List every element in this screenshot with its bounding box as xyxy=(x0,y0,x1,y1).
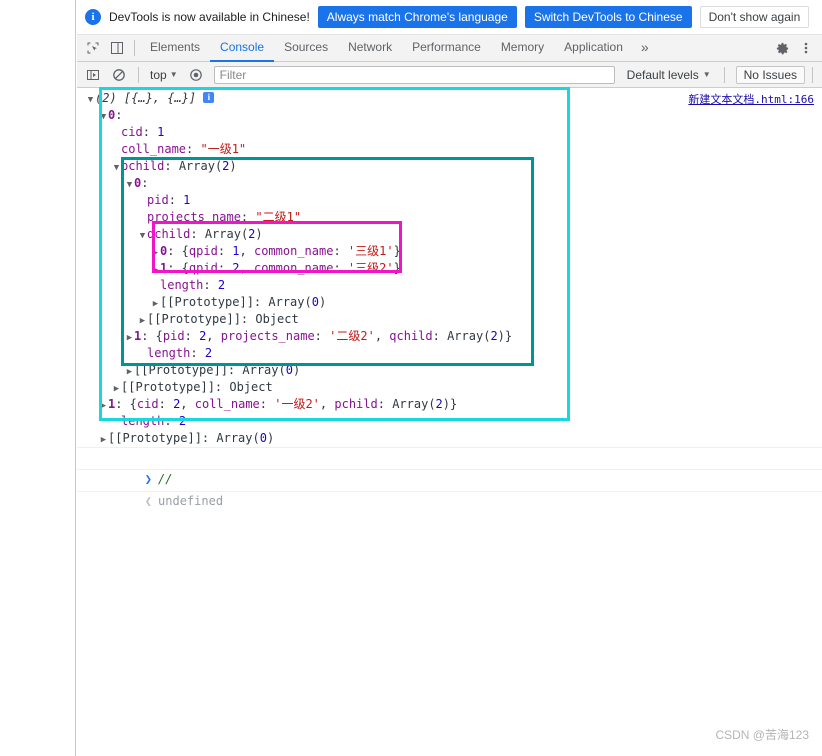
object-tree-row-text: cid: 1 xyxy=(121,125,165,139)
object-tree-row-text: [[Prototype]]: Object xyxy=(147,312,299,326)
console-result-row: ❮ undefined xyxy=(77,470,822,508)
result-chevron-icon: ❮ xyxy=(144,494,153,508)
object-tree-row[interactable]: 0: xyxy=(77,175,822,192)
tabstrip-divider xyxy=(134,40,135,56)
console-toolbar: top ▼ Default levels ▼ No Issues xyxy=(77,62,822,88)
console-result-value: undefined xyxy=(158,494,224,508)
more-vertical-icon[interactable] xyxy=(794,37,818,59)
chevron-down-icon: ▼ xyxy=(169,70,178,79)
tab-application[interactable]: Application xyxy=(554,35,633,62)
object-tree-row[interactable]: pchild: Array(2) xyxy=(77,158,822,175)
console-prompt-input[interactable]: // xyxy=(158,472,172,486)
object-tree-row-text: 0: {qpid: 1, common_name: '三级1'} xyxy=(160,244,401,258)
tab-console[interactable]: Console xyxy=(210,35,275,62)
object-tree-row[interactable]: length: 2 xyxy=(77,345,822,362)
object-tree-row[interactable]: [[Prototype]]: Array(0) xyxy=(77,294,822,311)
toolbar-divider-1 xyxy=(138,66,139,83)
filter-input[interactable] xyxy=(213,65,615,84)
object-tree-row-text: [[Prototype]]: Array(0) xyxy=(160,295,327,309)
object-tree-row-text: [[Prototype]]: Object xyxy=(121,380,273,394)
gear-icon[interactable] xyxy=(770,37,794,59)
object-tree-row[interactable]: pid: 1 xyxy=(77,192,822,209)
notice-message: DevTools is now available in Chinese! xyxy=(109,10,310,24)
object-tree-row[interactable]: length: 2 xyxy=(77,277,822,294)
prompt-chevron-icon: ❯ xyxy=(144,472,153,486)
screenshot-root: i DevTools is now available in Chinese! … xyxy=(0,0,822,756)
object-tree-row-text: length: 2 xyxy=(121,414,187,428)
object-tree-row-text: length: 2 xyxy=(147,346,213,360)
disclosure-triangle-closed-icon[interactable] xyxy=(99,432,108,449)
object-tree-row[interactable]: [[Prototype]]: Array(0) xyxy=(77,362,822,379)
devtools-panel: i DevTools is now available in Chinese! … xyxy=(77,0,822,756)
object-tree-row[interactable]: length: 2 xyxy=(77,413,822,430)
object-tree-row-text: projects_name: "二级1" xyxy=(147,210,302,224)
object-tree-row-text: 0: xyxy=(134,176,149,190)
object-tree-row[interactable]: 0: {qpid: 1, common_name: '三级1'} xyxy=(77,243,822,260)
console-sidebar-icon[interactable] xyxy=(81,64,105,86)
inspect-element-icon[interactable] xyxy=(81,37,105,59)
tab-sources[interactable]: Sources xyxy=(274,35,338,62)
object-tree-row-text: [[Prototype]]: Array(0) xyxy=(108,431,275,445)
object-tree-row-text: coll_name: "一级1" xyxy=(121,142,247,156)
execution-context-label: top xyxy=(150,67,167,82)
object-tree-row[interactable]: qchild: Array(2) xyxy=(77,226,822,243)
toolbar-divider-2 xyxy=(723,66,725,83)
log-levels-label: Default levels xyxy=(626,67,699,82)
issues-button[interactable]: No Issues xyxy=(735,65,805,84)
dont-show-again-button[interactable]: Don't show again xyxy=(699,6,810,28)
object-tree-row-text: 0: xyxy=(108,108,123,122)
always-match-language-button[interactable]: Always match Chrome's language xyxy=(317,6,517,28)
tab-network[interactable]: Network xyxy=(338,35,402,62)
tab-memory[interactable]: Memory xyxy=(491,35,554,62)
page-viewport xyxy=(0,0,76,756)
devtools-tabstrip: Elements Console Sources Network Perform… xyxy=(77,35,822,62)
console-body[interactable]: 新建文本文档.html:166 (2) [{…}, {…}] i0:cid: 1… xyxy=(77,88,822,754)
console-log-entry[interactable]: 新建文本文档.html:166 (2) [{…}, {…}] i0:cid: 1… xyxy=(77,88,822,448)
object-tree-row[interactable]: 1: {pid: 2, projects_name: '二级2', qchild… xyxy=(77,328,822,345)
localization-notice-bar: i DevTools is now available in Chinese! … xyxy=(77,0,822,35)
object-tree-row[interactable]: projects_name: "二级1" xyxy=(77,209,822,226)
object-tree-row-text: [[Prototype]]: Array(0) xyxy=(134,363,301,377)
object-tree-row[interactable]: [[Prototype]]: Object xyxy=(77,379,822,396)
clear-console-icon[interactable] xyxy=(107,64,131,86)
object-tree-row[interactable]: 0: xyxy=(77,107,822,124)
object-tree-row-text: qchild: Array(2) xyxy=(147,227,263,241)
object-tree-row-text: pchild: Array(2) xyxy=(121,159,237,173)
object-tree-row[interactable]: 1: {cid: 2, coll_name: '一级2', pchild: Ar… xyxy=(77,396,822,413)
tab-performance[interactable]: Performance xyxy=(402,35,491,62)
object-tree[interactable]: (2) [{…}, {…}] i0:cid: 1coll_name: "一级1"… xyxy=(77,90,822,447)
tab-elements[interactable]: Elements xyxy=(140,35,210,62)
toolbar-divider-3 xyxy=(812,66,813,83)
object-tree-row-text: 1: {pid: 2, projects_name: '二级2', qchild… xyxy=(134,329,513,343)
object-tree-row[interactable]: (2) [{…}, {…}] i xyxy=(77,90,822,107)
object-tree-row[interactable]: 1: {qpid: 2, common_name: '三级2'} xyxy=(77,260,822,277)
info-icon: i xyxy=(85,9,101,25)
log-levels-selector[interactable]: Default levels ▼ xyxy=(621,66,717,84)
info-badge-icon[interactable]: i xyxy=(203,92,215,103)
chevron-down-icon: ▼ xyxy=(702,70,711,79)
object-tree-row[interactable]: [[Prototype]]: Array(0) xyxy=(77,430,822,447)
object-tree-row[interactable]: [[Prototype]]: Object xyxy=(77,311,822,328)
object-tree-row-text: 1: {qpid: 2, common_name: '三级2'} xyxy=(160,261,401,275)
more-tabs-icon[interactable]: » xyxy=(633,37,657,59)
object-tree-row-text: pid: 1 xyxy=(147,193,191,207)
execution-context-selector[interactable]: top ▼ xyxy=(146,67,182,83)
toggle-device-toolbar-icon[interactable] xyxy=(105,37,129,59)
csdn-watermark: CSDN @苦海123 xyxy=(715,728,809,742)
object-tree-row[interactable]: coll_name: "一级1" xyxy=(77,141,822,158)
object-tree-row-text: (2) [{…}, {…}] xyxy=(95,91,197,105)
switch-devtools-to-chinese-button[interactable]: Switch DevTools to Chinese xyxy=(524,6,692,28)
live-expression-icon[interactable] xyxy=(184,64,208,86)
object-tree-row[interactable]: cid: 1 xyxy=(77,124,822,141)
object-tree-row-text: length: 2 xyxy=(160,278,226,292)
object-tree-row-text: 1: {cid: 2, coll_name: '一级2', pchild: Ar… xyxy=(108,397,458,411)
console-prompt-row[interactable]: ❯ // xyxy=(77,448,822,486)
